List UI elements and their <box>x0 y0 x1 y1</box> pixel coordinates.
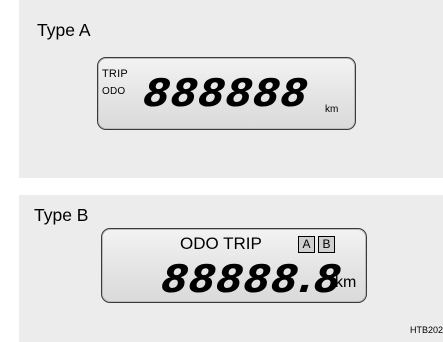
odometer-digits: 88888.8 <box>159 257 345 301</box>
figure-code: HTB202 <box>409 325 443 335</box>
trip-indicator: TRIP <box>102 68 128 80</box>
unit-km: km <box>325 104 339 115</box>
type-b-panel: Type B ODO TRIP A B 88888.8 km <box>19 195 443 342</box>
trip-b-indicator: B <box>318 236 335 253</box>
type-b-label: Type B <box>34 205 89 225</box>
odo-indicator: ODO <box>102 86 126 97</box>
type-b-lcd-display: ODO TRIP A B 88888.8 km <box>101 228 367 303</box>
type-a-panel: Type A TRIP ODO 888888 km <box>19 0 443 178</box>
type-a-lcd-display: TRIP ODO 888888 km <box>97 57 356 130</box>
type-a-label: Type A <box>37 20 91 40</box>
unit-km: km <box>335 274 357 291</box>
trip-a-indicator: A <box>298 236 315 253</box>
odo-trip-indicator: ODO TRIP <box>180 234 262 253</box>
odometer-digits: 888888 <box>141 71 311 115</box>
